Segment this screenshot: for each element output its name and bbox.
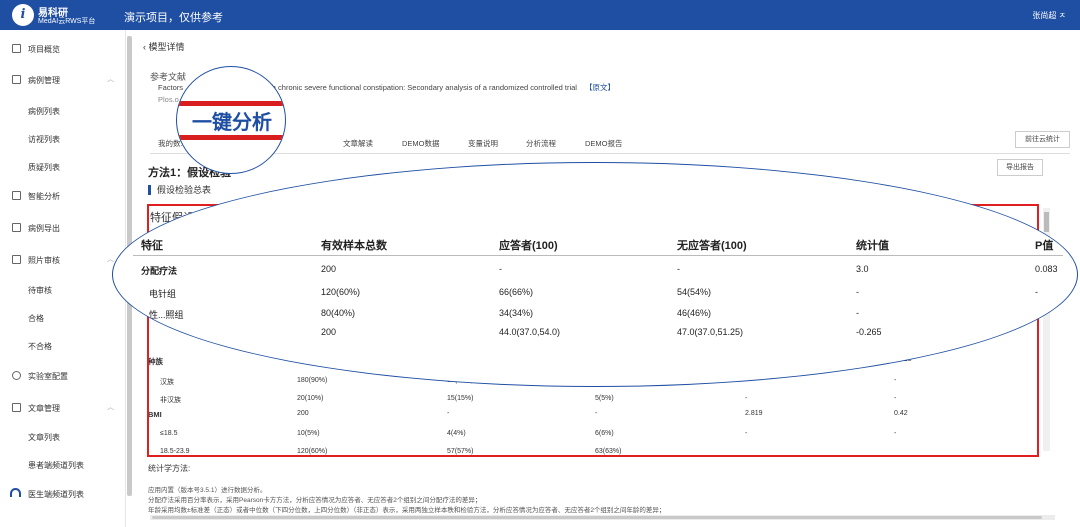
tab-bar: 我的数... 文章解读 DEMO数据 变量说明 分析流程 DEMO报告 (150, 132, 1070, 154)
chevron-up-icon: ︿ (107, 404, 114, 411)
go-cloud-stats-button[interactable]: 前往云统计 (1015, 131, 1070, 148)
sidebar-item-article-list[interactable]: 文章列表 (28, 432, 60, 443)
table-cell: 47.0(37.0,51.25) (677, 327, 744, 337)
sidebar-item-case-list[interactable]: 病例列表 (28, 106, 60, 117)
column-header: 特征 (141, 240, 163, 252)
sidebar-item-label: 病例导出 (28, 224, 60, 233)
row-feature-cell: 男 (149, 329, 159, 339)
tab-demo-report[interactable]: DEMO报告 (585, 138, 623, 149)
export-icon (12, 223, 21, 232)
sidebar-item-article-management[interactable]: 文章管理 ︿ (0, 398, 120, 418)
table-cell: 80(40%) (321, 308, 356, 318)
table-cell: 54(54%) (677, 287, 712, 297)
chevron-up-icon: ︿ (107, 76, 114, 83)
sidebar-item-lab-config[interactable]: 实验室配置 (0, 366, 120, 386)
tab-analysis-flow[interactable]: 分析流程 (526, 138, 556, 149)
row-feature-cell: 性...照组 (149, 310, 184, 320)
column-header: 无应答者(100) (677, 240, 747, 252)
stats-methods-title: 统计学方法: (148, 464, 191, 473)
table-cell: - (677, 264, 680, 274)
sidebar-item-case-export[interactable]: 病例导出 (0, 218, 120, 238)
chevron-up-icon: ︿ (107, 256, 114, 263)
table-cell: 66(66%) (499, 287, 534, 297)
tab-article-interpretation[interactable]: 文章解读 (343, 138, 373, 149)
sidebar-item-qualified[interactable]: 合格 (28, 313, 44, 324)
sidebar-item-label: 文章管理 (28, 404, 60, 413)
sidebar-item-label: 项目概览 (28, 45, 60, 54)
logo-icon: i (12, 4, 34, 26)
table-cell: 3.0 (856, 264, 869, 274)
table-cell: 0.083 (1035, 264, 1058, 274)
brand-subtitle: MedAI云RWS平台 (38, 18, 96, 25)
table-cell: 44.0(37.0,54.0) (499, 327, 561, 337)
sidebar-item-label: 病例管理 (28, 76, 60, 85)
sidebar-item-label: 实验室配置 (28, 372, 68, 381)
user-menu[interactable]: 张尚超 ㅈ (1032, 10, 1066, 21)
table-cell: - (856, 308, 859, 318)
table-cell: 200 (321, 264, 337, 274)
document-icon (12, 75, 21, 84)
one-click-analysis-label[interactable]: 一键分析 (192, 106, 272, 135)
row-feature-cell: 女 (149, 345, 159, 355)
top-bar: i 易科研 MedAI云RWS平台 演示项目，仅供参考 张尚超 ㅈ (0, 0, 1080, 30)
tab-demo-data[interactable]: DEMO数据 (402, 138, 440, 149)
original-link[interactable]: 【原文】 (585, 83, 615, 92)
sidebar-item-label: 照片审核 (28, 256, 60, 265)
column-header: 有效样本总数 (321, 240, 387, 252)
stats-line: 年龄采用均数±标准差（正态）或者中位数（下四分位数，上四分位数）（非正态）表示，… (148, 507, 666, 514)
table-cell: 120(60%) (321, 287, 361, 297)
sidebar-item-label: 医生端频道列表 (28, 490, 84, 499)
column-header: 统计值 (856, 240, 889, 252)
sidebar-item-unqualified[interactable]: 不合格 (28, 341, 52, 352)
sidebar-item-patient-channels[interactable]: 患者端频道列表 (28, 460, 84, 471)
sidebar-item-visit-list[interactable]: 访视列表 (28, 134, 60, 145)
sidebar-item-case-management[interactable]: 病例管理 ︿ (0, 70, 120, 90)
section-title: 假设检验总表 (148, 185, 211, 195)
magnifier-callout: 一键分析 (176, 66, 286, 174)
table-cell: 34(34%) (499, 308, 534, 318)
location-icon (12, 371, 21, 380)
row-feature-cell: 电针组 (149, 289, 177, 299)
stats-line: 分配疗法采用百分率表示，采用Pearson卡方方法，分析应答情况为应答者、无应答… (148, 497, 482, 504)
sidebar-item-overview[interactable]: 项目概览 (0, 39, 120, 59)
zoom-callout: 特征 有效样本总数 应答者(100) 无应答者(100) 统计值 P值分配疗法 200 - - 3… (112, 162, 1078, 387)
table-scroll-thumb[interactable] (1044, 212, 1049, 232)
export-report-button[interactable]: 导出报告 (997, 159, 1043, 176)
table-cell: - (856, 287, 859, 297)
horizontal-scroll-thumb[interactable] (152, 516, 1042, 519)
article-icon (12, 403, 21, 412)
table-cell: - (499, 264, 502, 274)
bar-chart-icon (12, 44, 21, 53)
sidebar-item-photo-review[interactable]: 照片审核 ︿ (0, 250, 120, 270)
headset-icon[interactable] (10, 488, 21, 497)
column-header: 应答者(100) (499, 240, 558, 252)
table-cell: 46(46%) (677, 308, 712, 318)
monitor-icon (12, 191, 21, 200)
sidebar: 项目概览 病例管理 ︿ 病例列表 访视列表 质疑列表 智能分析 病例导出 照片审… (0, 30, 126, 527)
stats-line: 应用内置（版本号3.5.1）进行数据分析。 (148, 487, 267, 494)
header-divider (133, 255, 1063, 256)
page-title: 模型详情 (148, 42, 185, 52)
red-underline-bottom (177, 135, 285, 140)
project-title: 演示项目，仅供参考 (124, 12, 223, 24)
table-cell: - (1035, 287, 1038, 297)
image-icon (12, 255, 21, 264)
back-link[interactable]: ‹ 模型详情 (143, 40, 185, 53)
row-feature-cell: 分配疗法 (141, 266, 178, 276)
table-cell: -0.265 (856, 327, 882, 337)
sidebar-item-label: 智能分析 (28, 192, 60, 201)
tab-variable-description[interactable]: 变量说明 (468, 138, 498, 149)
sidebar-item-pending[interactable]: 待审核 (28, 285, 52, 296)
table-cell: 200 (321, 327, 337, 337)
column-header: P值 (1035, 240, 1054, 252)
sidebar-item-smart-analysis[interactable]: 智能分析 (0, 186, 120, 206)
sidebar-item-query-list[interactable]: 质疑列表 (28, 162, 60, 173)
